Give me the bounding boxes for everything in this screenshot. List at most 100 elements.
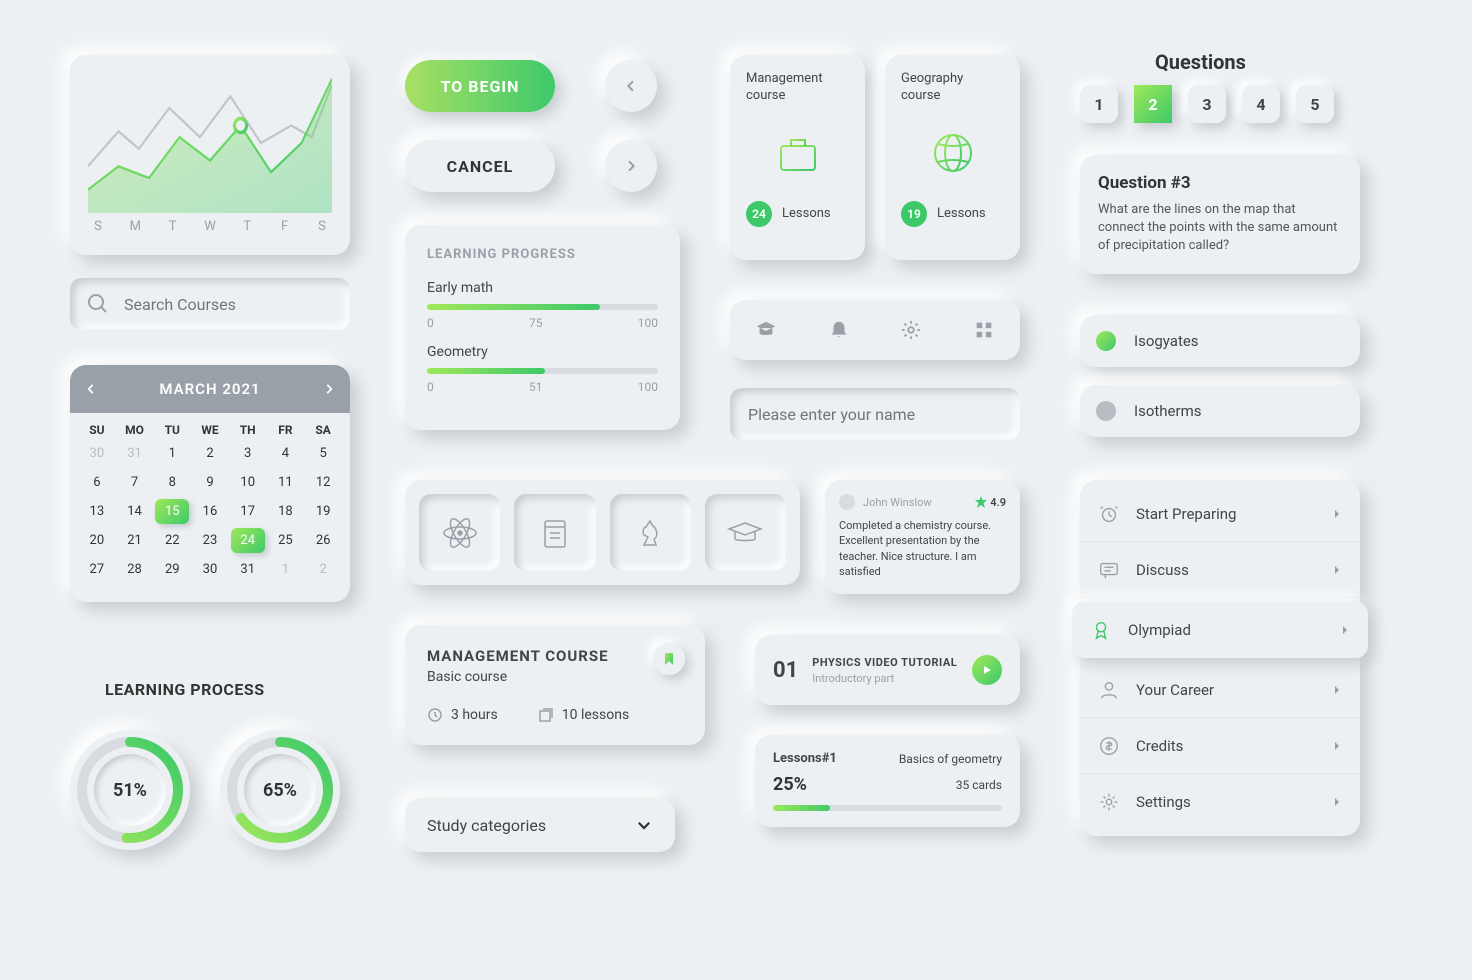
video-tutorial-card[interactable]: 01 PHYSICS VIDEO TUTORIAL Introductory p… [755,635,1020,705]
grad-cap-icon[interactable] [705,494,786,571]
question-tab-5[interactable]: 5 [1296,85,1334,123]
calendar-day[interactable]: 3 [231,441,265,466]
atom-icon[interactable] [419,494,500,571]
menu-item-credits[interactable]: Credits [1080,718,1360,774]
video-title: PHYSICS VIDEO TUTORIAL [812,656,957,669]
clock-icon [427,707,443,723]
menu-item-your-career[interactable]: Your Career [1080,662,1360,718]
calendar-day[interactable]: 12 [306,470,340,495]
calendar: MARCH 2021 SUMOTUWETHFRSA303112345678910… [70,365,350,602]
question-tab-3[interactable]: 3 [1188,85,1226,123]
search-input[interactable] [124,295,334,314]
search-field[interactable] [70,278,350,330]
chevron-left-icon[interactable] [84,382,98,396]
study-categories-dropdown[interactable]: Study categories [405,798,675,852]
calendar-day[interactable]: 22 [155,528,189,553]
course-title: MANAGEMENT COURSE [427,647,683,665]
lesson-title: Lessons#1 [773,751,837,766]
question-text: What are the lines on the map that conne… [1098,201,1342,256]
play-button[interactable] [972,655,1002,685]
calendar-day[interactable]: 20 [80,528,114,553]
calendar-day[interactable]: 14 [118,499,152,524]
name-input[interactable] [748,405,1002,424]
donut-2-value: 65% [244,754,316,826]
chevron-right-icon[interactable] [322,382,336,396]
chevron-right-icon [1332,565,1342,575]
calendar-day[interactable]: 9 [193,470,227,495]
video-subtitle: Introductory part [812,672,957,685]
star-icon [975,496,987,508]
calendar-day[interactable]: 6 [80,470,114,495]
alarm-icon [1098,503,1120,525]
question-title: Question #3 [1098,173,1342,193]
grad-cap-icon[interactable] [755,319,777,341]
course-card-management[interactable]: Management course 24Lessons [730,55,865,260]
review-rating: 4.9 [975,496,1006,509]
calendar-day[interactable]: 25 [269,528,303,553]
medal-icon [1090,619,1112,641]
next-button[interactable] [605,140,657,192]
calendar-day[interactable]: 7 [118,470,152,495]
question-tabs: 1 2 3 4 5 [1080,85,1334,123]
question-tab-2[interactable]: 2 [1134,85,1172,123]
begin-button[interactable]: TO BEGIN [405,60,555,112]
calendar-day[interactable]: 13 [80,499,114,524]
calendar-day[interactable]: 31 [231,557,265,582]
calendar-day[interactable]: 19 [306,499,340,524]
calendar-day[interactable]: 2 [193,441,227,466]
chevron-right-icon [1332,685,1342,695]
calendar-day[interactable]: 16 [193,499,227,524]
calendar-day[interactable]: 1 [155,441,189,466]
calendar-day[interactable]: 21 [118,528,152,553]
course-card-geography[interactable]: Geography course 19Lessons [885,55,1020,260]
menu-item-settings[interactable]: Settings [1080,774,1360,830]
calendar-header: MARCH 2021 [70,365,350,413]
course-duration: 3 hours [427,707,498,723]
question-tab-1[interactable]: 1 [1080,85,1118,123]
radio-selected [1096,331,1116,351]
cancel-button[interactable]: CANCEL [405,140,555,192]
calendar-day[interactable]: 10 [231,470,265,495]
chart-day-labels: SMTWTFS [88,219,332,234]
chess-icon[interactable] [610,494,691,571]
menu-item-discuss[interactable]: Discuss [1080,542,1360,598]
lesson-progress-card[interactable]: Lessons#1Basics of geometry 25%35 cards [755,735,1020,827]
donut-1: 51% [70,730,190,850]
questions-heading: Questions [1155,50,1246,74]
menu-item-olympiad[interactable]: Olympiad [1072,602,1368,658]
bookmark-button[interactable] [653,643,685,675]
user-icon [1098,679,1120,701]
answer-option-2[interactable]: Isotherms [1080,385,1360,437]
chat-icon [1098,559,1120,581]
calendar-day[interactable]: 17 [231,499,265,524]
chevron-down-icon [635,816,653,834]
gear-icon [1098,791,1120,813]
question-card: Question #3 What are the lines on the ma… [1080,155,1360,274]
calendar-day[interactable]: 18 [269,499,303,524]
grid-icon[interactable] [973,319,995,341]
bell-icon[interactable] [828,319,850,341]
lessons-icon [538,707,554,723]
calendar-day[interactable]: 30 [193,557,227,582]
calendar-day[interactable]: 27 [80,557,114,582]
calendar-day[interactable]: 11 [269,470,303,495]
calendar-day[interactable]: 23 [193,528,227,553]
book-icon[interactable] [514,494,595,571]
calendar-day[interactable]: 26 [306,528,340,553]
answer-option-1[interactable]: Isogyates [1080,315,1360,367]
calendar-day[interactable]: 8 [155,470,189,495]
calendar-day[interactable]: 24 [231,528,265,553]
calendar-day[interactable]: 28 [118,557,152,582]
prev-button[interactable] [605,60,657,112]
sidebar-menu: Start PreparingDiscussOlympiadYour Caree… [1080,480,1360,836]
name-field[interactable] [730,388,1020,440]
calendar-day[interactable]: 5 [306,441,340,466]
course-detail-card[interactable]: MANAGEMENT COURSE Basic course 3 hours 1… [405,625,705,745]
calendar-day[interactable]: 15 [155,499,189,524]
menu-item-start-preparing[interactable]: Start Preparing [1080,486,1360,542]
calendar-day[interactable]: 29 [155,557,189,582]
calendar-day[interactable]: 4 [269,441,303,466]
gear-icon[interactable] [900,319,922,341]
question-tab-4[interactable]: 4 [1242,85,1280,123]
lesson-cards: 35 cards [956,778,1002,792]
